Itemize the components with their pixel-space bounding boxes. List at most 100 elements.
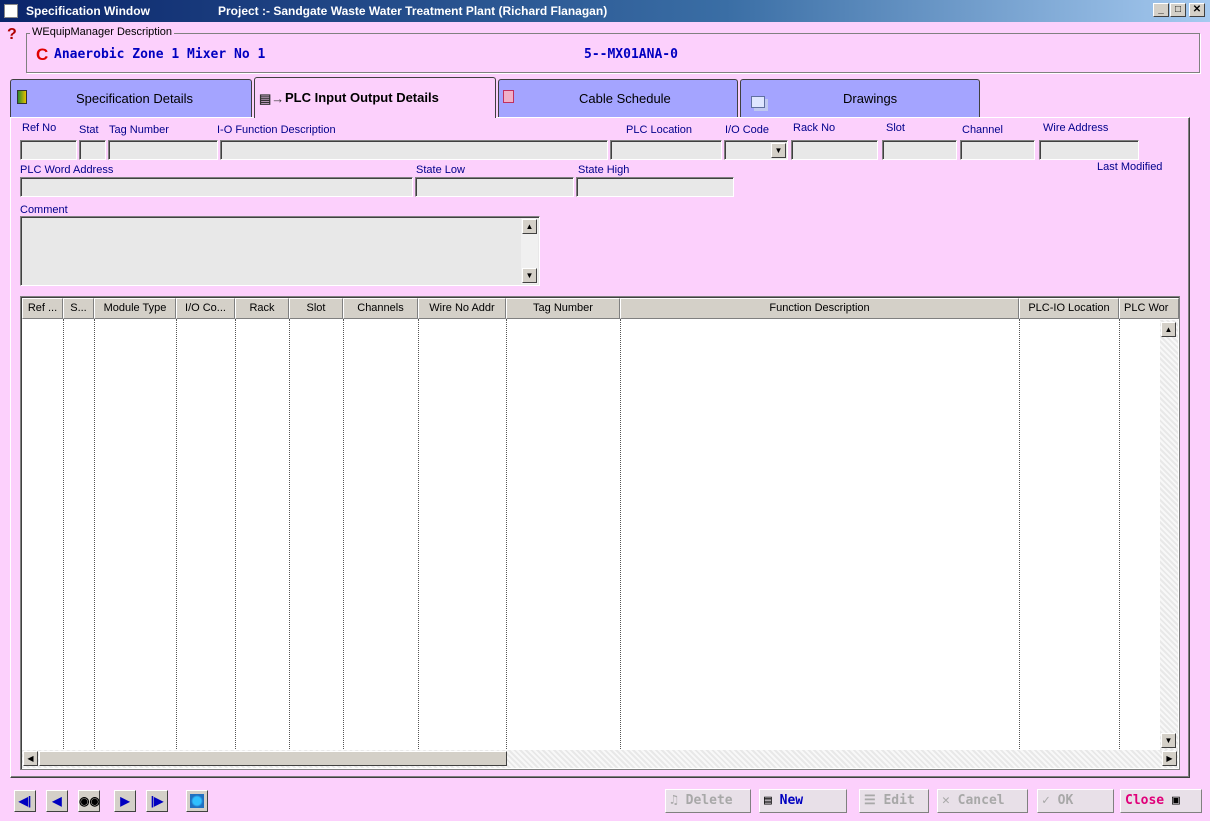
column-header-plc-word[interactable]: PLC Wor (1119, 298, 1179, 319)
ok-label: OK (1057, 793, 1074, 808)
maximize-button[interactable]: □ (1170, 3, 1186, 17)
channel-field[interactable] (960, 140, 1035, 160)
ok-button[interactable]: ✓ OK (1037, 789, 1114, 813)
new-button[interactable]: ▤ New (759, 789, 847, 813)
stat-field[interactable] (79, 140, 106, 160)
rack-no-field[interactable] (791, 140, 878, 160)
plc-location-field[interactable] (610, 140, 722, 160)
minimize-button[interactable]: _ (1153, 3, 1169, 17)
title-bar[interactable]: Specification Window Project :- Sandgate… (0, 0, 1210, 22)
tag-number-field[interactable] (108, 140, 218, 160)
close-button[interactable]: Close ▣ (1120, 789, 1202, 813)
tab-drawings[interactable]: Drawings (740, 79, 980, 117)
ref-no-field[interactable] (20, 140, 77, 160)
binoculars-icon: ◉◉ (79, 794, 100, 808)
column-header-wire-no-addr[interactable]: Wire No Addr (418, 298, 506, 319)
plc-word-address-label: PLC Word Address (20, 164, 114, 176)
comment-scrollbar[interactable]: ▲ ▼ (521, 218, 538, 284)
column-header-function-description[interactable]: Function Description (620, 298, 1019, 319)
exit-door-icon: ▣ (1171, 793, 1180, 808)
previous-record-button[interactable]: ◀ (46, 790, 68, 812)
column-divider (94, 319, 95, 767)
plc-location-label: PLC Location (626, 124, 693, 136)
comment-textarea[interactable]: ▲ ▼ (20, 216, 540, 286)
state-low-field[interactable] (415, 177, 574, 197)
scroll-up-icon[interactable]: ▲ (522, 219, 537, 234)
chevron-down-icon[interactable]: ▼ (771, 143, 786, 158)
scroll-down-icon[interactable]: ▼ (522, 268, 537, 283)
cancel-icon: ✕ (942, 793, 950, 808)
edit-label: Edit (883, 793, 915, 808)
edit-button[interactable]: ☰ Edit (859, 789, 929, 813)
column-header-tag-number[interactable]: Tag Number (506, 298, 620, 319)
column-divider (418, 319, 419, 767)
io-code-label: I/O Code (725, 124, 770, 136)
column-divider (176, 319, 177, 767)
io-function-label: I-O Function Description (217, 124, 336, 136)
description-group-label: WEquipManager Description (30, 26, 175, 38)
last-record-button[interactable]: |▶ (146, 790, 168, 812)
delete-label: Delete (685, 793, 733, 808)
drawings-icon (751, 96, 765, 108)
column-divider (1119, 319, 1120, 767)
project-title: Project :- Sandgate Waste Water Treatmen… (218, 4, 608, 18)
plc-io-icon: ▤→ (259, 91, 285, 106)
wire-address-label: Wire Address (1043, 122, 1109, 134)
edit-icon: ☰ (864, 793, 876, 808)
refresh-icon (190, 794, 204, 808)
status-c-icon: C (36, 45, 49, 64)
equipment-code: 5--MX01ANA-0 (584, 47, 678, 62)
next-record-button[interactable]: ▶ (114, 790, 136, 812)
state-high-field[interactable] (576, 177, 734, 197)
plc-word-address-field[interactable] (20, 177, 413, 197)
tab-label: Drawings (843, 91, 898, 106)
cancel-button[interactable]: ✕ Cancel (937, 789, 1028, 813)
cancel-label: Cancel (957, 793, 1005, 808)
last-modified-label: Last Modified (1097, 161, 1163, 173)
column-header-module-type[interactable]: Module Type (94, 298, 176, 319)
slot-field[interactable] (882, 140, 957, 160)
column-divider (506, 319, 507, 767)
wire-address-field[interactable] (1039, 140, 1139, 160)
slot-label: Slot (886, 122, 905, 134)
io-function-field[interactable] (220, 140, 608, 160)
column-header-io-code[interactable]: I/O Co... (176, 298, 235, 319)
tab-cable-schedule[interactable]: Cable Schedule (498, 79, 738, 117)
state-low-label: State Low (416, 164, 465, 176)
io-code-select[interactable]: ▼ (724, 140, 788, 160)
scroll-down-icon[interactable]: ▼ (1161, 733, 1176, 748)
column-divider (620, 319, 621, 767)
rack-no-label: Rack No (793, 122, 836, 134)
refresh-button[interactable] (186, 790, 208, 812)
close-window-button[interactable]: ✕ (1189, 3, 1205, 17)
column-divider (235, 319, 236, 767)
tag-number-label: Tag Number (109, 124, 169, 136)
first-record-button[interactable]: ◀| (14, 790, 36, 812)
window-title: Specification Window (26, 4, 150, 18)
grid-vertical-scrollbar[interactable]: ▲ ▼ (1160, 320, 1178, 750)
channel-label: Channel (962, 124, 1003, 136)
column-divider (1019, 319, 1020, 767)
tab-plc-io-details[interactable]: ▤→ PLC Input Output Details (254, 77, 496, 118)
column-header-plc-io-location[interactable]: PLC-IO Location (1019, 298, 1119, 319)
scroll-thumb[interactable] (39, 751, 507, 766)
column-header-ref[interactable]: Ref ... (22, 298, 63, 319)
column-header-slot[interactable]: Slot (289, 298, 343, 319)
find-button[interactable]: ◉◉ (78, 790, 100, 812)
tab-specification-details[interactable]: Specification Details (10, 79, 252, 117)
tab-label: Specification Details (76, 91, 194, 106)
check-icon: ✓ (1042, 793, 1050, 808)
window-icon[interactable] (4, 4, 18, 18)
grid-horizontal-scrollbar[interactable]: ◀ ▶ (22, 750, 1178, 768)
column-header-channels[interactable]: Channels (343, 298, 418, 319)
column-header-rack[interactable]: Rack (235, 298, 289, 319)
scroll-left-icon[interactable]: ◀ (23, 751, 38, 766)
io-records-grid[interactable]: Ref ... S... Module Type I/O Co... Rack … (20, 296, 1180, 770)
scroll-up-icon[interactable]: ▲ (1161, 322, 1176, 337)
column-header-s[interactable]: S... (63, 298, 94, 319)
delete-button[interactable]: ♫ Delete (665, 789, 751, 813)
scroll-right-icon[interactable]: ▶ (1162, 751, 1177, 766)
equipment-description: Anaerobic Zone 1 Mixer No 1 (54, 47, 266, 62)
help-icon[interactable]: ? (7, 26, 17, 44)
comment-label: Comment (20, 204, 68, 216)
